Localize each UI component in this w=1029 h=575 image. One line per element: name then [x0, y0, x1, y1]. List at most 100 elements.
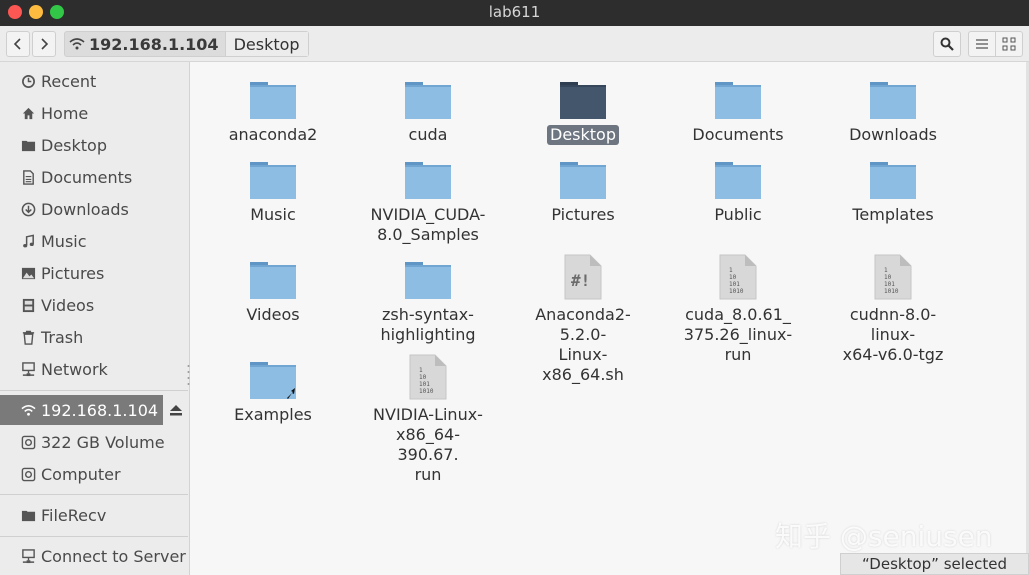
file-name-label: Anaconda2-5.2.0- Linux-x86_64.sh: [535, 305, 631, 384]
file-name-label: Downloads: [849, 125, 937, 144]
folder-item[interactable]: Public: [673, 152, 803, 225]
back-button[interactable]: [6, 31, 30, 57]
folder-icon: [402, 72, 454, 120]
folder-icon: [247, 72, 299, 120]
file-view[interactable]: anaconda2 cuda Desktop Documents Downloads Mu…: [191, 62, 1029, 575]
sidebar-item-downloads[interactable]: Downloads: [0, 194, 190, 224]
file-name-label: Examples: [234, 405, 312, 424]
script-file-icon: #!: [557, 252, 609, 300]
sidebar-separator: [0, 494, 188, 495]
binary-file-icon: 1 10 101 1010: [402, 352, 454, 400]
sidebar-item-desktop[interactable]: Desktop: [0, 130, 190, 160]
binary-file-icon: 1 10 101 1010: [712, 252, 764, 300]
file-item[interactable]: 1 10 101 1010 NVIDIA-Linux- x86_64-390.67. r…: [363, 352, 493, 485]
folder-item[interactable]: Desktop: [518, 72, 648, 145]
file-name-label: Desktop: [547, 125, 619, 145]
sidebar-item-filerecv[interactable]: FileRecv: [0, 500, 190, 530]
file-item[interactable]: 1 10 101 1010 cuda_8.0.61_ 375.26_linux-run: [673, 252, 803, 365]
home-icon: [20, 105, 36, 121]
svg-text:10: 10: [419, 374, 427, 381]
svg-text:1: 1: [729, 267, 733, 274]
search-button[interactable]: [933, 31, 961, 57]
forward-button[interactable]: [32, 31, 56, 57]
folder-icon: [20, 137, 36, 153]
sidebar-resize-handle[interactable]: [187, 362, 190, 392]
folder-item[interactable]: Pictures: [518, 152, 648, 225]
file-name-label: Documents: [692, 125, 784, 144]
sidebar-item-label: Pictures: [41, 263, 105, 283]
file-item[interactable]: 1 10 101 1010 cudnn-8.0-linux- x64-v6.0-tgz: [828, 252, 958, 365]
network-icon: [20, 361, 36, 377]
folder-item[interactable]: Templates: [828, 152, 958, 225]
binary-file-icon: 1 10 101 1010: [867, 252, 919, 300]
list-view-button[interactable]: [968, 31, 996, 57]
folder-item[interactable]: Music: [208, 152, 338, 225]
sidebar: Recent Home Desktop Documents Downloads Music…: [0, 62, 190, 575]
sidebar-item-connect-to-server[interactable]: Connect to Server: [0, 541, 190, 571]
folder-item[interactable]: Documents: [673, 72, 803, 145]
title-bar: lab611: [0, 0, 1029, 26]
folder-icon: [402, 152, 454, 200]
sidebar-item-documents[interactable]: Documents: [0, 162, 190, 192]
chevron-right-icon: [41, 38, 49, 50]
file-item[interactable]: #! Anaconda2-5.2.0- Linux-x86_64.sh: [518, 252, 648, 385]
sidebar-item-network[interactable]: Network: [0, 354, 190, 384]
sidebar-item-pictures[interactable]: Pictures: [0, 258, 190, 288]
file-name-label: cudnn-8.0-linux- x64-v6.0-tgz: [842, 305, 944, 364]
folder-item[interactable]: cuda: [363, 72, 493, 145]
folder-item[interactable]: NVIDIA_CUDA- 8.0_Samples: [363, 152, 493, 245]
folder-item[interactable]: Downloads: [828, 72, 958, 145]
document-icon: [20, 169, 36, 185]
svg-text:10: 10: [884, 274, 892, 281]
video-icon: [20, 297, 36, 313]
file-name-label: Public: [714, 205, 762, 224]
svg-text:10: 10: [729, 274, 737, 281]
folder-icon: [20, 507, 36, 523]
sidebar-item-label: Desktop: [41, 135, 107, 155]
folder-icon: [247, 252, 299, 300]
sidebar-item-home[interactable]: Home: [0, 98, 190, 128]
eject-icon[interactable]: [163, 395, 189, 425]
sidebar-item-192-168-1-104[interactable]: 192.168.1.104: [0, 395, 189, 425]
sidebar-item-label: FileRecv: [41, 505, 107, 525]
toolbar: 192.168.1.104 Desktop: [0, 26, 1029, 62]
drive-icon: [20, 434, 36, 450]
file-name-label: Pictures: [551, 205, 615, 224]
wifi-icon: [20, 402, 36, 418]
file-name-label: Music: [250, 205, 296, 224]
wifi-icon: [69, 38, 85, 50]
folder-icon: [712, 72, 764, 120]
path-crumb-host-label: 192.168.1.104: [89, 34, 219, 54]
server-icon: [20, 548, 36, 564]
sidebar-item-recent[interactable]: Recent: [0, 66, 190, 96]
sidebar-item-label: Computer: [41, 464, 121, 484]
folder-item[interactable]: anaconda2: [208, 72, 338, 145]
picture-icon: [20, 265, 36, 281]
folder-icon: [867, 72, 919, 120]
path-crumb-current[interactable]: Desktop: [224, 32, 308, 56]
sidebar-item-label: Recent: [41, 71, 97, 91]
sidebar-item-322-gb-volume[interactable]: 322 GB Volume: [0, 427, 190, 457]
file-name-label: Templates: [852, 205, 934, 224]
sidebar-item-label: Network: [41, 359, 108, 379]
path-crumb-host[interactable]: 192.168.1.104: [65, 32, 225, 56]
file-name-label: NVIDIA_CUDA- 8.0_Samples: [370, 205, 486, 244]
sidebar-item-trash[interactable]: Trash: [0, 322, 190, 352]
folder-icon: [557, 72, 609, 120]
sidebar-item-label: Videos: [41, 295, 95, 315]
sidebar-item-music[interactable]: Music: [0, 226, 190, 256]
sidebar-item-videos[interactable]: Videos: [0, 290, 190, 320]
status-bar: “Desktop” selected: [840, 553, 1029, 575]
folder-item[interactable]: zsh-syntax- highlighting: [363, 252, 493, 345]
folder-item[interactable]: Videos: [208, 252, 338, 325]
clock-icon: [20, 73, 36, 89]
sidebar-item-label: Documents: [41, 167, 133, 187]
sidebar-item-computer[interactable]: Computer: [0, 459, 190, 489]
folder-item[interactable]: Examples: [208, 352, 338, 425]
file-name-label: NVIDIA-Linux- x86_64-390.67. run: [373, 405, 483, 484]
sidebar-item-label: 192.168.1.104: [41, 400, 159, 420]
grid-view-button[interactable]: [995, 31, 1023, 57]
sidebar-item-label: 322 GB Volume: [41, 432, 165, 452]
folder-icon: [402, 252, 454, 300]
sidebar-separator: [0, 536, 188, 537]
